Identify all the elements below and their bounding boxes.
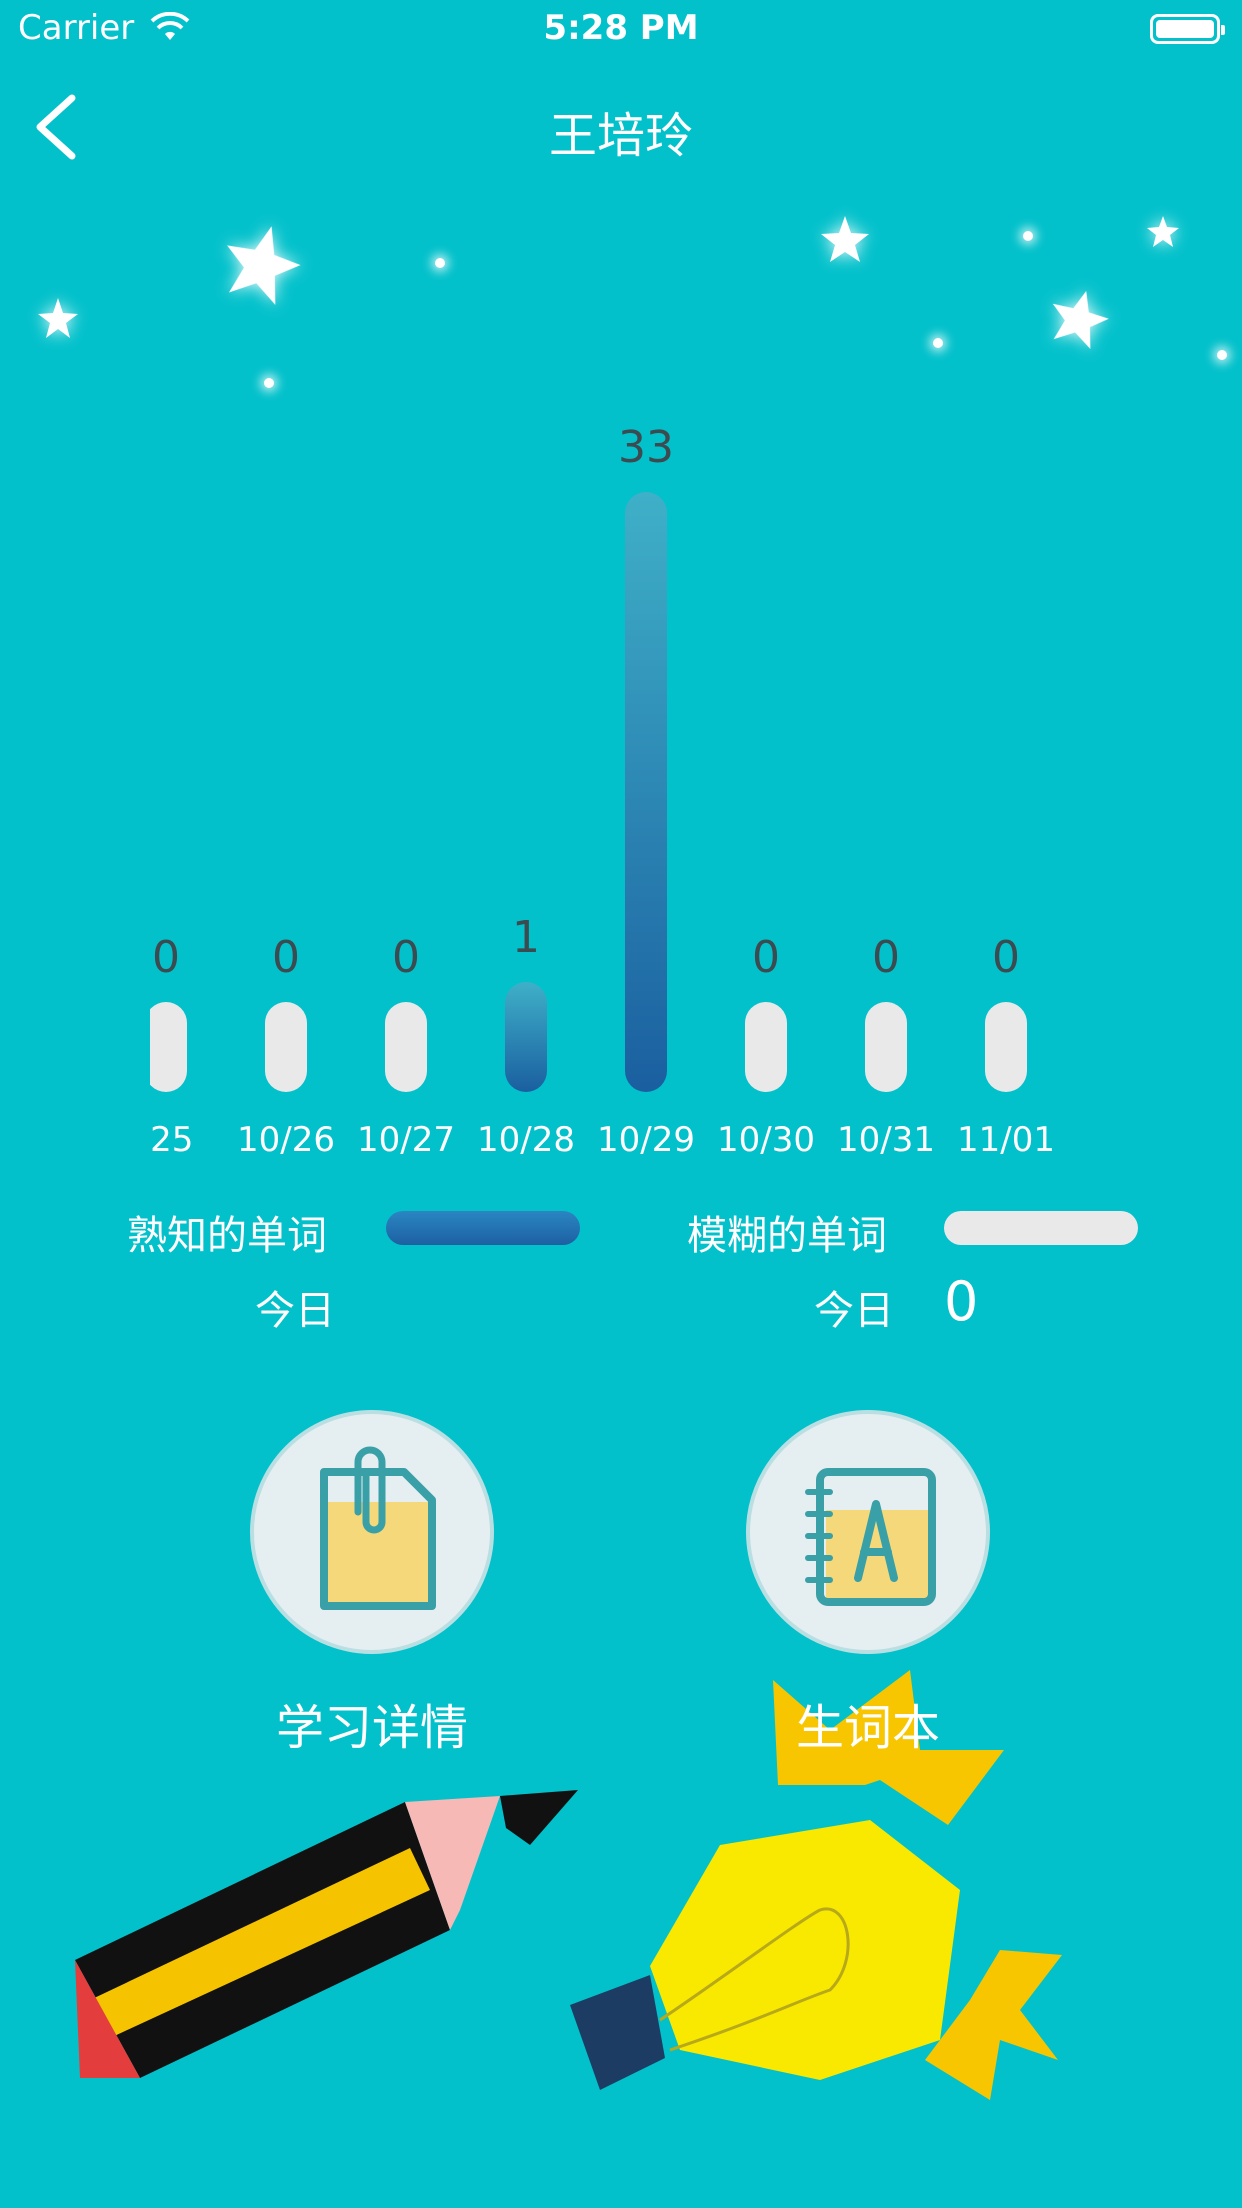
chart-date-label: 10/31 [837,1120,935,1160]
chart-bar-10-28[interactable] [505,982,547,1092]
chart-value-label: 33 [618,422,674,473]
chart-date-label: 10/30 [717,1120,815,1160]
sparkle-dot [933,338,943,348]
chart-date-label: 10/28 [477,1120,575,1160]
chart-bar-10-31[interactable] [865,1002,907,1092]
star-icon [38,298,78,338]
star-icon [821,216,869,262]
battery-icon [1150,14,1225,44]
chart-value-label: 1 [512,912,540,963]
chart-date-label: 10/26 [237,1120,335,1160]
sparkle-dot [435,258,445,268]
lightbulb-icon [570,1820,960,2090]
chart-date-label: 10/27 [357,1120,455,1160]
chart-bar-10-27[interactable] [385,1002,427,1092]
sparkle-dot [1217,350,1227,360]
study-details-button[interactable] [250,1410,494,1654]
pencil-lightbulb-illustration [75,1670,1062,2100]
chart-bar-10-25[interactable] [150,1002,187,1092]
clipboard-icon [320,1446,436,1610]
star-icon [1147,216,1179,247]
notebook-a-icon [805,1468,936,1606]
fuzzy-words-label: 模糊的单词 [687,1213,887,1259]
chart-date-label: 10/29 [597,1120,695,1160]
chart-bar-10-26[interactable] [265,1002,307,1092]
known-words-label: 熟知的单词 [127,1213,327,1259]
fuzzy-today-value: 0 [944,1270,979,1333]
star-icon [1052,290,1109,349]
vocab-book-label[interactable]: 生词本 [718,1688,1018,1758]
chart-bar-11-01[interactable] [985,1002,1027,1092]
chart-date-label: /25 [150,1120,194,1160]
fuzzy-today-label: 今日 [814,1288,894,1334]
vocab-book-button[interactable] [746,1410,990,1654]
status-bar: Carrier 5:28 PM [0,0,1242,60]
chart-value-label: 0 [872,932,900,983]
page-title: 王培玲 [548,108,693,164]
chart-value-label: 0 [392,932,420,983]
fuzzy-words-swatch [944,1211,1138,1245]
clock: 5:28 PM [543,8,699,48]
chart-value-label: 0 [752,932,780,983]
chart-date-label: 11/01 [957,1120,1055,1160]
known-words-swatch [386,1211,580,1245]
chart-bar-10-29[interactable] [625,492,667,1092]
sparkle-dot [1023,231,1033,241]
chart-date-label: 1 [1066,1120,1100,1160]
chart-value-label: 0 [992,932,1020,983]
star-icon [227,226,301,305]
chart-value-label: 0 [272,932,300,983]
pencil-icon [75,1790,578,2078]
chart-value-label: 0 [152,932,180,983]
stars-decoration [38,216,1179,349]
known-today-label: 今日 [255,1288,335,1334]
daily-words-bar-chart[interactable]: 0/25 0 10/26 0 10/27 1 10/28 33 10/29 0 10/30 0 10/3… [150,380,1100,1160]
chart-bar-10-30[interactable] [745,1002,787,1092]
